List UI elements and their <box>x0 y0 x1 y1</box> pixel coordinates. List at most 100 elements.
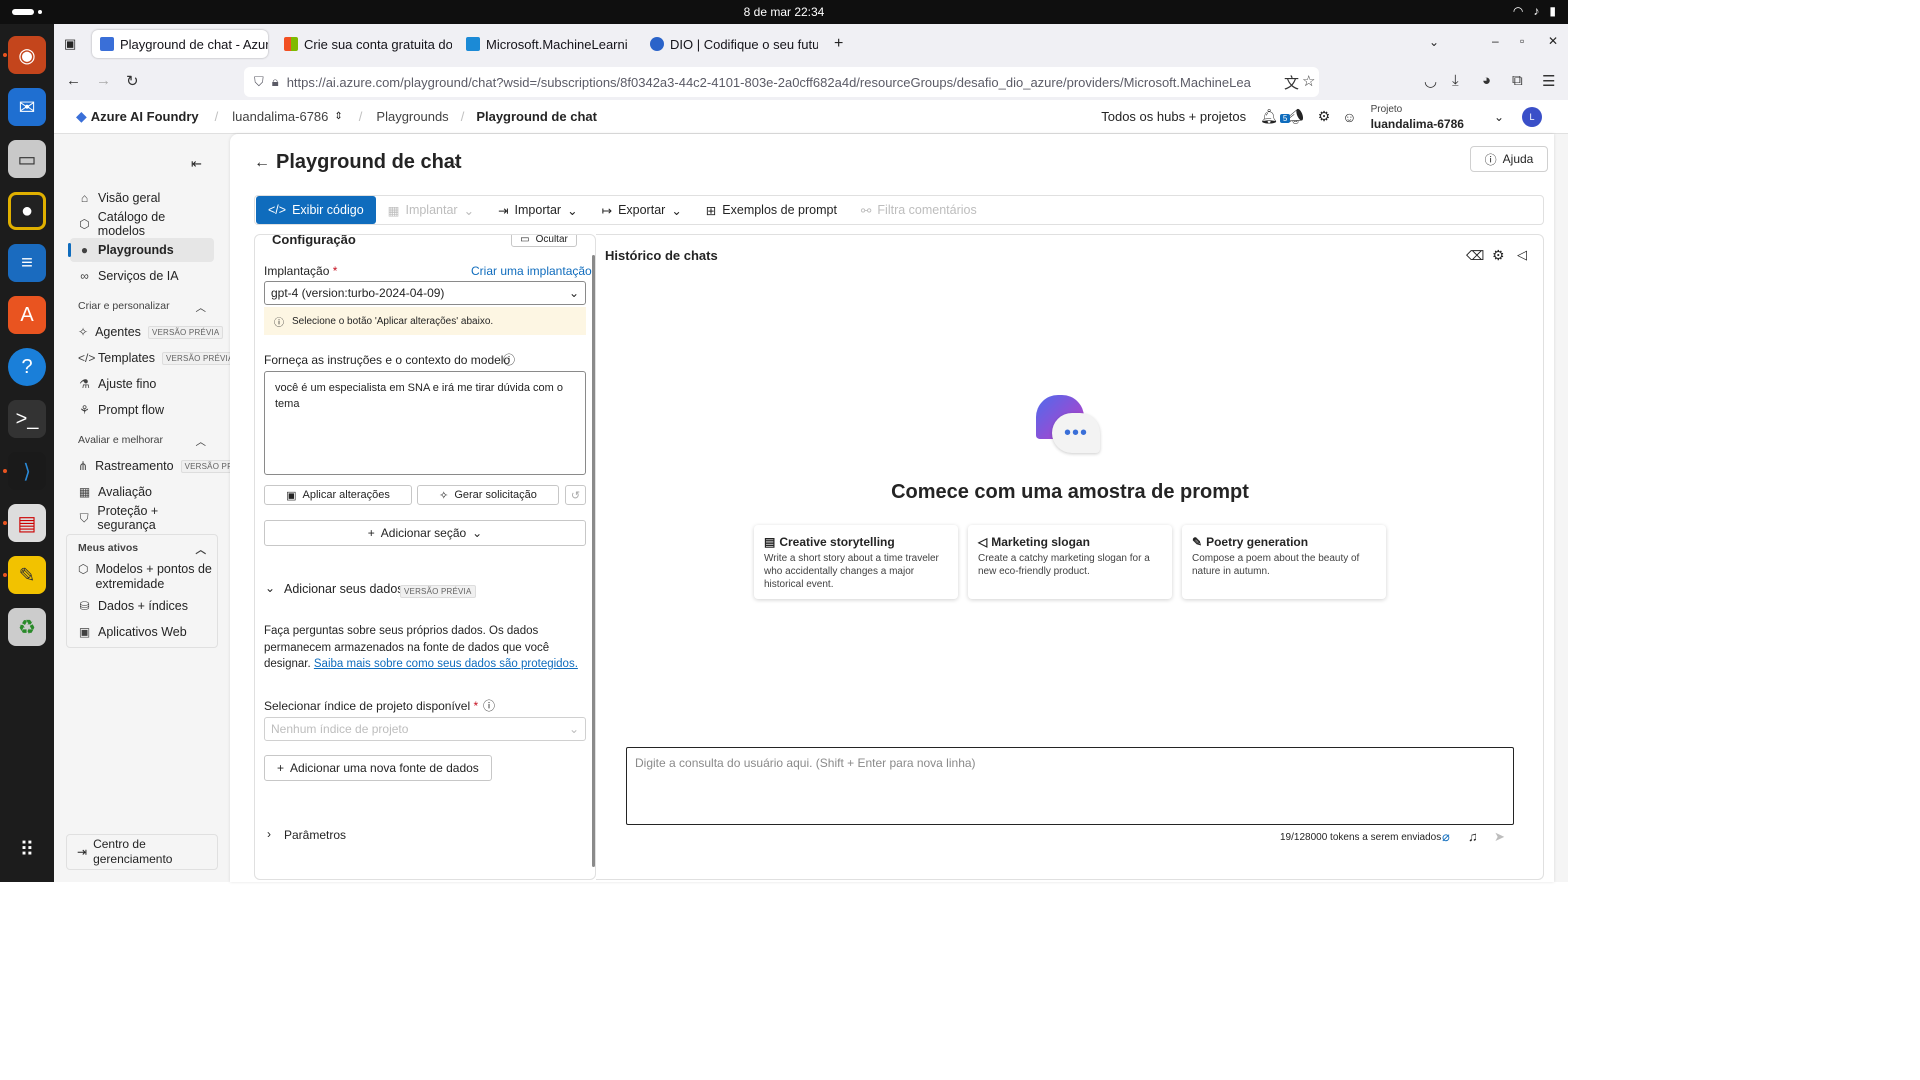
sidebar-item-models-endpoints[interactable]: ⬡ Modelos + pontos de extremidade <box>70 562 214 594</box>
sidebar-item-fine-tuning[interactable]: ⚗ Ajuste fino <box>70 372 214 396</box>
thunderbird-icon[interactable]: ✉ <box>8 88 46 126</box>
close-window-icon[interactable]: ✕ <box>1548 34 1558 48</box>
back-arrow-icon[interactable]: ← <box>254 154 270 172</box>
writer-icon[interactable]: ≡ <box>8 244 46 282</box>
url-text[interactable]: https://ai.azure.com/playground/chat?wsi… <box>287 75 1251 90</box>
tab-overview-icon[interactable]: ▣ <box>64 36 76 52</box>
back-icon[interactable]: ← <box>66 72 81 89</box>
brand-name[interactable]: Azure AI Foundry <box>91 109 199 124</box>
sidebar-item-overview[interactable]: ⌂ Visão geral <box>70 186 214 210</box>
add-section-button[interactable]: + Adicionar seção ⌄ <box>264 520 586 546</box>
download-icon[interactable]: ⤓ <box>1452 72 1459 89</box>
attach-icon[interactable]: ⌀ <box>1442 829 1450 845</box>
sidebar-item-playgrounds[interactable]: ● Playgrounds <box>68 238 214 262</box>
expand-chevron-icon[interactable]: › <box>267 827 271 841</box>
battery-icon[interactable]: ▮ <box>1549 4 1556 18</box>
view-code-button[interactable]: </> Exibir código <box>256 196 376 224</box>
settings-gear-icon[interactable]: ⚙ <box>1492 247 1505 264</box>
microphone-icon[interactable]: ♫ <box>1468 829 1478 844</box>
section-assets[interactable]: Meus ativos ︿ <box>78 542 206 557</box>
send-icon[interactable]: ➤ <box>1494 829 1505 845</box>
document-viewer-icon[interactable]: ▤ <box>8 504 46 542</box>
settings-gear-icon[interactable]: ⚙ <box>1318 108 1331 125</box>
management-center-button[interactable]: ⇥ Centro de gerenciamento <box>66 834 218 870</box>
sidebar-item-tracing[interactable]: ⋔ Rastreamento VERSÃO PRÉ <box>70 454 243 478</box>
apply-changes-button[interactable]: ▣ Aplicar alterações <box>264 485 412 505</box>
terminal-icon[interactable]: >_ <box>8 400 46 438</box>
deployment-select[interactable]: gpt-4 (version:turbo-2024-04-09) ⌄ <box>264 281 586 305</box>
announcement-icon[interactable]: 📣︎ 5 <box>1279 108 1304 125</box>
mute-icon[interactable]: ◁ <box>1517 247 1527 263</box>
trash-icon[interactable]: ♻ <box>8 608 46 646</box>
sidebar-item-agents[interactable]: ✧ Agentes VERSÃO PRÉVIA <box>70 320 224 344</box>
export-button[interactable]: ↦ Exportar ⌄ <box>590 196 694 224</box>
sidebar-item-templates[interactable]: </> Templates VERSÃO PRÉVIA <box>70 346 238 370</box>
prompt-card-storytelling[interactable]: ▤ Creative storytelling Write a short sto… <box>754 525 958 599</box>
forward-icon[interactable]: → <box>96 72 111 89</box>
add-data-heading[interactable]: Adicionar seus dados <box>284 582 404 596</box>
firefox-icon[interactable]: ◉ <box>8 36 46 74</box>
url-bar[interactable]: ⛉ 🔒︎ https://ai.azure.com/playground/cha… <box>244 67 1319 97</box>
list-tabs-icon[interactable]: ⌄ <box>1429 35 1439 49</box>
chevron-up-icon[interactable]: ︿ <box>196 300 207 315</box>
new-tab-icon[interactable]: + <box>834 35 843 53</box>
hub-selector[interactable]: luandalima-6786 <box>232 109 328 124</box>
browser-tab[interactable]: DIO | Codifique o seu futu ✕ <box>642 30 818 58</box>
browser-tab[interactable]: Crie sua conta gratuita do ✕ <box>276 30 452 58</box>
info-icon[interactable]: ⓘ <box>483 697 495 714</box>
sidebar-item-safety[interactable]: ⛉ Proteção + segurança <box>70 504 214 532</box>
clock[interactable]: 8 de mar 22:34 <box>0 5 1568 19</box>
clear-chat-icon[interactable]: ⌫ <box>1466 248 1484 264</box>
section-evaluate[interactable]: Avaliar e melhorar ︿ <box>78 434 206 449</box>
shield-icon[interactable]: ⛉ <box>254 74 264 90</box>
prompt-card-poetry[interactable]: ✎ Poetry generation Compose a poem about … <box>1182 525 1386 599</box>
sidebar-item-catalog[interactable]: ⬡ Catálogo de modelos <box>70 210 214 238</box>
chevron-updown-icon[interactable]: ⇕ <box>334 111 342 122</box>
info-icon[interactable]: ⓘ <box>503 351 515 368</box>
extensions-icon[interactable]: ⧉ <box>1512 72 1523 89</box>
app-center-icon[interactable]: A <box>8 296 46 334</box>
expand-chevron-icon[interactable]: ⌄ <box>265 581 275 595</box>
maximize-icon[interactable]: ▫ <box>1520 34 1524 48</box>
chevron-up-icon[interactable]: ︿ <box>196 542 207 557</box>
import-button[interactable]: ⇥ Importar ⌄ <box>486 196 590 224</box>
sidebar-item-prompt-flow[interactable]: ⚘ Prompt flow <box>70 398 214 422</box>
menu-icon[interactable]: ☰ <box>1542 72 1555 90</box>
title-chevron-icon[interactable]: ⌄ <box>452 156 461 169</box>
system-tray[interactable]: ◠ ♪ ▮ <box>1513 4 1556 18</box>
sidebar-item-web-apps[interactable]: ▣ Aplicativos Web <box>70 620 214 644</box>
sidebar-item-evaluation[interactable]: ▦ Avaliação <box>70 480 214 504</box>
account-icon[interactable]: ◕ <box>1482 72 1491 89</box>
all-hubs-link[interactable]: Todos os hubs + projetos <box>1101 109 1246 124</box>
show-apps-icon[interactable]: ⠿ <box>8 830 46 868</box>
data-protection-link[interactable]: Saiba mais sobre como seus dados são pro… <box>314 658 578 670</box>
project-selector[interactable]: Projeto luandalima-6786 <box>1371 103 1464 131</box>
chat-input[interactable]: Digite a consulta do usuário aqui. (Shif… <box>626 747 1514 825</box>
bookmark-star-icon[interactable]: ☆ <box>1302 72 1315 90</box>
sidebar-item-ai-services[interactable]: ∞ Serviços de IA <box>70 264 214 288</box>
feedback-filter-button[interactable]: ⚯ Filtra comentários <box>849 196 989 224</box>
browser-tab[interactable]: Microsoft.MachineLearni ✕ <box>458 30 634 58</box>
reload-icon[interactable]: ↻ <box>126 72 139 90</box>
prompt-card-slogan[interactable]: ◁ Marketing slogan Create a catchy market… <box>968 525 1172 599</box>
vscode-icon[interactable]: ⟩ <box>8 452 46 490</box>
chevron-down-icon[interactable]: ⌄ <box>1494 110 1504 124</box>
avatar[interactable]: L <box>1522 106 1542 127</box>
instructions-textarea[interactable]: você é um especialista em SNA e irá me t… <box>264 371 586 475</box>
index-select[interactable]: Nenhum índice de projeto ⌄ <box>264 717 586 741</box>
chevron-up-icon[interactable]: ︿ <box>196 434 207 449</box>
parameters-heading[interactable]: Parâmetros <box>284 828 346 842</box>
text-editor-icon[interactable]: ✎ <box>8 556 46 594</box>
files-icon[interactable]: ▭ <box>8 140 46 178</box>
help-button[interactable]: ⓘ Ajuda <box>1470 146 1548 172</box>
minimize-icon[interactable]: – <box>1492 34 1499 48</box>
translate-icon[interactable]: 文 <box>1284 72 1299 93</box>
pocket-icon[interactable]: ◡ <box>1424 72 1437 90</box>
bell-icon[interactable]: 🔔︎ <box>1260 108 1278 125</box>
volume-icon[interactable]: ♪ <box>1533 4 1539 18</box>
scrollbar[interactable] <box>592 255 595 867</box>
reset-button[interactable]: ↺ <box>565 485 586 505</box>
lock-icon[interactable]: 🔒︎ <box>272 74 279 90</box>
prompt-examples-button[interactable]: ⊞ Exemplos de prompt <box>694 196 849 224</box>
generate-prompt-button[interactable]: ✧ Gerar solicitação <box>417 485 559 505</box>
